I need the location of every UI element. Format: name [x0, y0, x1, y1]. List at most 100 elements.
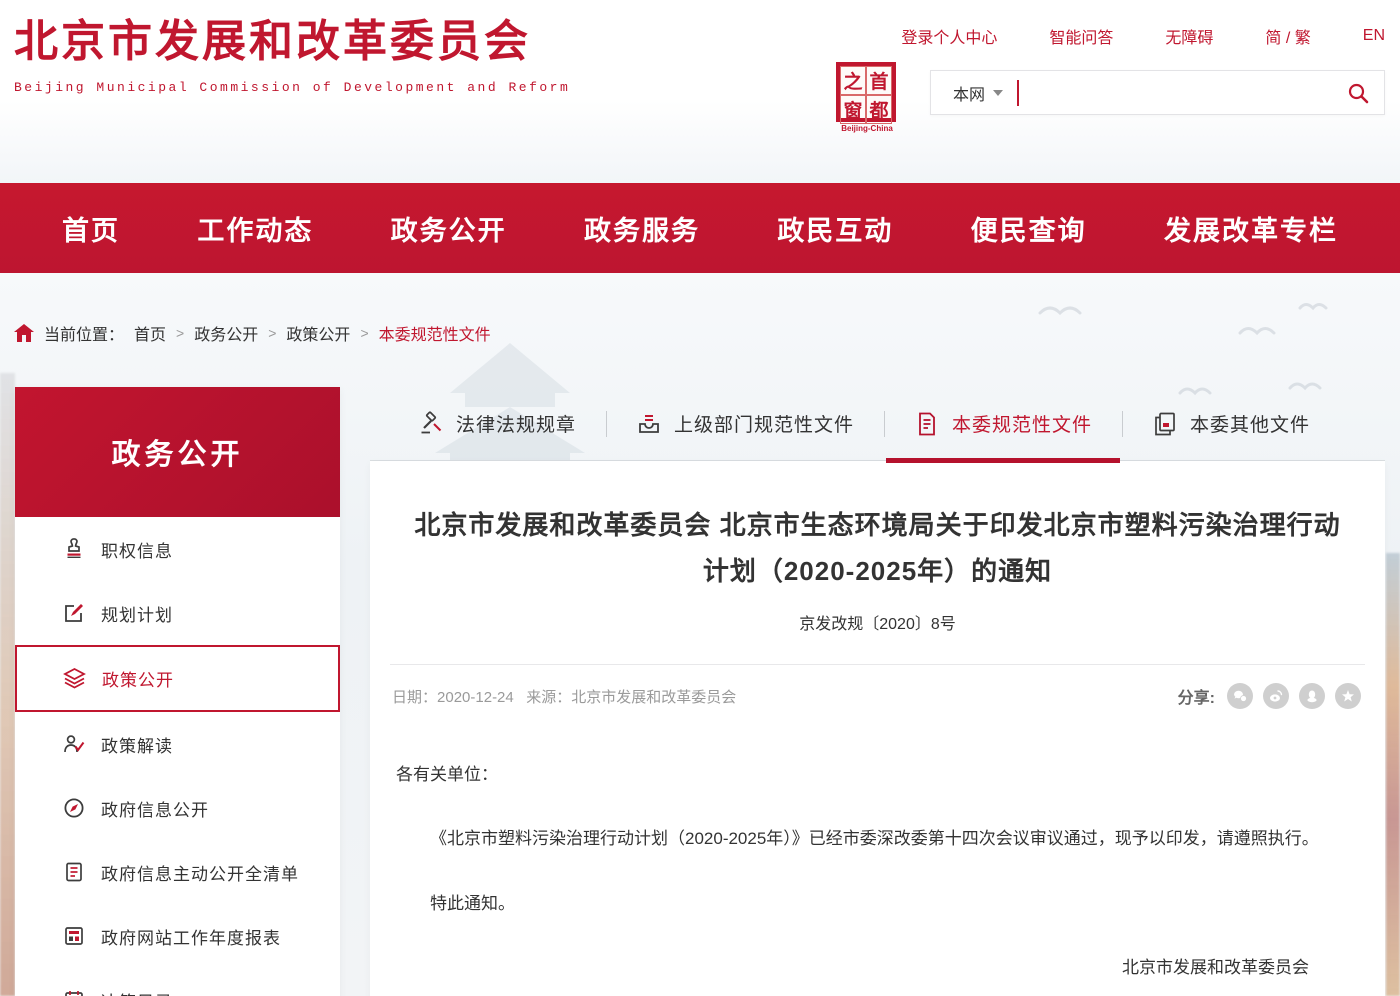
seal-char: 首 — [866, 66, 892, 95]
tab-label: 上级部门规范性文件 — [674, 410, 854, 437]
sidebar-item-label: 职权信息 — [101, 537, 173, 562]
breadcrumb-separator: > — [176, 325, 184, 341]
tab-label: 本委其他文件 — [1190, 410, 1310, 437]
sidebar-item-label: 政策公开 — [102, 666, 174, 691]
nav-item-interaction[interactable]: 政民互动 — [777, 209, 893, 248]
nav-item-reform-column[interactable]: 发展改革专栏 — [1164, 209, 1338, 248]
accessibility-link[interactable]: 无障碍 — [1165, 24, 1213, 48]
report-icon — [63, 925, 85, 947]
source-value: 北京市发展和改革委员会 — [571, 689, 736, 706]
tab-superior-normative-docs[interactable]: 上级部门规范性文件 — [606, 387, 884, 460]
breadcrumb: 当前位置： 首页 > 政务公开 > 政策公开 > 本委规范性文件 — [14, 321, 491, 345]
site-subtitle: Beijing Municipal Commission of Developm… — [14, 80, 570, 95]
sidebar-item-planning[interactable]: 规划计划 — [15, 581, 340, 645]
site-title: 北京市发展和改革委员会 — [14, 18, 570, 66]
seal-char: 之 — [840, 66, 866, 95]
article-date-source: 日期：2020-12-24 来源：北京市发展和改革委员会 — [392, 686, 736, 707]
weibo-share-icon[interactable] — [1263, 683, 1289, 709]
sidebar-item-policy-disclosure[interactable]: 政策公开 — [15, 645, 340, 712]
sidebar-item-label: 规划计划 — [101, 601, 173, 626]
breadcrumb-separator: > — [360, 325, 368, 341]
sidebar-item-gov-info-disclosure[interactable]: 政府信息公开 — [15, 776, 340, 840]
sidebar-item-label: 政策解读 — [101, 732, 173, 757]
nav-item-gov-disclosure[interactable]: 政务公开 — [391, 209, 507, 248]
date-label: 日期： — [392, 689, 437, 706]
smart-qa-link[interactable]: 智能问答 — [1049, 24, 1113, 48]
seal-caption: Beijing-China — [836, 124, 898, 133]
edit-icon — [63, 602, 85, 624]
sidebar-item-decision-catalog[interactable]: 决策目录 — [15, 968, 340, 996]
main-content: 法律法规规章 上级部门规范性文件 — [370, 387, 1385, 996]
main-nav: 首页 工作动态 政务公开 政务服务 政民互动 便民查询 发展改革专栏 — [0, 183, 1400, 273]
gavel-icon — [418, 411, 444, 437]
site-header: 北京市发展和改革委员会 Beijing Municipal Commission… — [0, 0, 1400, 183]
chevron-down-icon — [993, 90, 1003, 96]
article-doc-number: 京发改规〔2020〕8号 — [390, 610, 1365, 634]
seal-char: 都 — [866, 95, 892, 124]
share-bar: 分享: — [1178, 683, 1361, 709]
tab-label: 法律法规规章 — [456, 410, 576, 437]
login-link[interactable]: 登录个人中心 — [901, 24, 997, 48]
paragraph: 《北京市塑料污染治理行动计划（2020-2025年）》已经市委深改委第十四次会议… — [396, 823, 1357, 855]
date-value: 2020-12-24 — [437, 689, 514, 706]
qq-share-icon[interactable] — [1299, 683, 1325, 709]
compass-icon — [63, 797, 85, 819]
stamp-icon — [63, 538, 85, 560]
seal-grid: 之 首 窗 都 — [836, 62, 896, 122]
breadcrumb-policy-disclosure[interactable]: 政策公开 — [286, 321, 350, 345]
wechat-share-icon[interactable] — [1227, 683, 1253, 709]
site-logo[interactable]: 北京市发展和改革委员会 Beijing Municipal Commission… — [14, 18, 570, 95]
search-bar: 本网 — [930, 70, 1385, 115]
sidebar-title-label: 政务公开 — [111, 431, 243, 473]
english-link[interactable]: EN — [1363, 27, 1385, 45]
sidebar-item-annual-website-report[interactable]: 政府网站工作年度报表 — [15, 904, 340, 968]
person-check-icon — [63, 733, 85, 755]
more-share-icon[interactable] — [1335, 683, 1361, 709]
document-icon — [914, 411, 940, 437]
article: 北京市发展和改革委员会 北京市生态环境局关于印发北京市塑料污染治理行动计划（20… — [370, 461, 1385, 996]
paragraph: 特此通知。 — [396, 888, 1357, 920]
layers-icon — [63, 667, 86, 690]
nav-item-work-trends[interactable]: 工作动态 — [197, 209, 313, 248]
page: 北京市发展和改革委员会 Beijing Municipal Commission… — [0, 0, 1400, 996]
tab-label: 本委规范性文件 — [952, 410, 1092, 437]
left-edge-background-art — [0, 373, 15, 996]
page-body: 当前位置： 首页 > 政务公开 > 政策公开 > 本委规范性文件 政务公开 — [0, 273, 1400, 996]
sidebar-item-proactive-disclosure-list[interactable]: 政府信息主动公开全清单 — [15, 840, 340, 904]
sidebar-item-policy-interpretation[interactable]: 政策解读 — [15, 712, 340, 776]
sidebar-item-label: 政府信息公开 — [101, 796, 209, 821]
sidebar-item-authority-info[interactable]: 职权信息 — [15, 517, 340, 581]
nav-item-gov-services[interactable]: 政务服务 — [584, 209, 700, 248]
article-body: 各有关单位： 《北京市塑料污染治理行动计划（2020-2025年）》已经市委深改… — [390, 709, 1365, 984]
search-scope-dropdown[interactable]: 本网 — [931, 81, 1017, 105]
inbox-icon — [636, 411, 662, 437]
home-icon — [14, 324, 34, 342]
share-label: 分享: — [1178, 684, 1215, 708]
nav-item-home[interactable]: 首页 — [62, 209, 120, 248]
search-scope-label: 本网 — [953, 81, 985, 105]
document-list-icon — [63, 861, 85, 883]
sidebar-title: 政务公开 — [15, 387, 340, 517]
sidebar-item-label: 政府网站工作年度报表 — [101, 924, 281, 949]
article-meta: 日期：2020-12-24 来源：北京市发展和改革委员会 分享: — [390, 665, 1365, 709]
breadcrumb-current: 本委规范性文件 — [379, 321, 491, 345]
right-edge-background-art — [1386, 553, 1400, 996]
tab-commission-normative-docs[interactable]: 本委规范性文件 — [884, 387, 1122, 460]
tab-commission-other-docs[interactable]: 本委其他文件 — [1122, 387, 1340, 460]
nav-item-convenient-query[interactable]: 便民查询 — [971, 209, 1087, 248]
documents-icon — [1152, 411, 1178, 437]
tab-laws-regulations[interactable]: 法律法规规章 — [388, 387, 606, 460]
search-input[interactable] — [1019, 71, 1332, 114]
topbar-links: 登录个人中心 智能问答 无障碍 简 / 繁 EN — [901, 24, 1385, 48]
beijing-china-seal-logo[interactable]: 之 首 窗 都 Beijing-China — [836, 62, 898, 133]
catalog-icon — [63, 989, 85, 996]
simplified-traditional-link[interactable]: 简 / 繁 — [1265, 24, 1310, 48]
sidebar-item-label: 决策目录 — [101, 988, 173, 996]
breadcrumb-gov-disclosure[interactable]: 政务公开 — [194, 321, 258, 345]
breadcrumb-separator: > — [268, 325, 276, 341]
source-label: 来源： — [526, 689, 571, 706]
breadcrumb-home[interactable]: 首页 — [134, 321, 166, 345]
signature: 北京市发展和改革委员会 — [396, 952, 1357, 984]
breadcrumb-prefix: 当前位置： — [44, 321, 124, 345]
search-button[interactable] — [1332, 71, 1384, 114]
